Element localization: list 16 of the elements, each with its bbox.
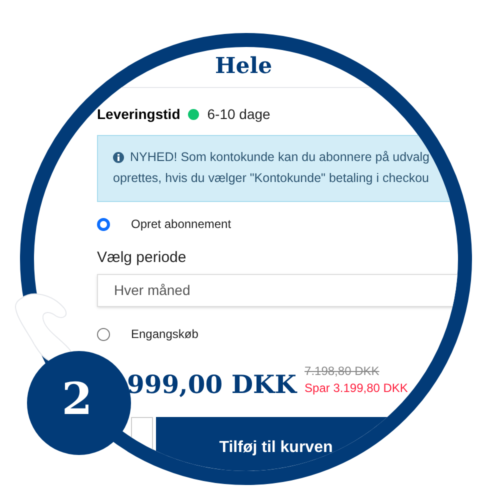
info-icon (113, 152, 124, 163)
option-label: Engangskøb (131, 326, 198, 343)
radio-button[interactable] (97, 218, 110, 230)
notice-text: oprettes, hvis du vælger "Kontokunde" betaling i checkou (113, 170, 430, 188)
radio-button[interactable] (97, 328, 110, 340)
delivery-time: 6-10 dage (207, 104, 270, 124)
original-price: 7.198,80 DKK (304, 363, 380, 380)
product-title: Hele (215, 55, 272, 77)
option-label: Opret abonnement (131, 216, 232, 233)
notice-text: NYHED! Som kontokunde kan du abonnere på udvalg (130, 149, 430, 166)
period-select[interactable]: Hver måned (97, 274, 458, 307)
delivery-label: Leveringstid (97, 104, 180, 124)
saving-text: Spar 3.199,80 DKK (304, 380, 408, 397)
step-number: 2 (62, 378, 92, 422)
period-label: Vælg periode (97, 248, 188, 265)
current-price: 999,00 DKK (127, 369, 297, 401)
